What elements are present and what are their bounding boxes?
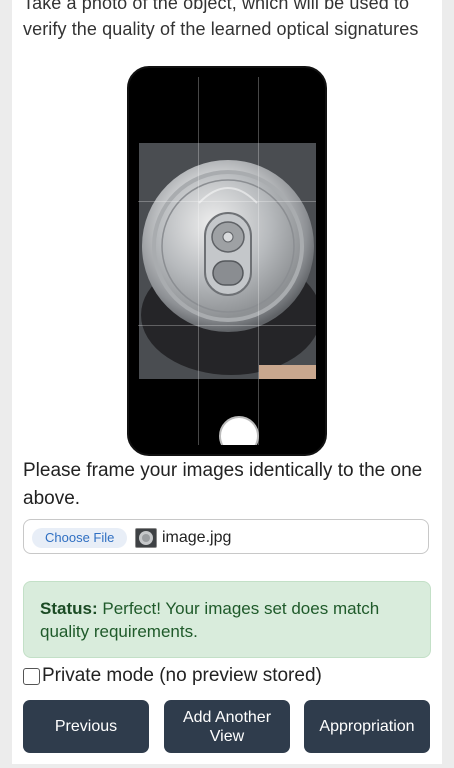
grid-line: [198, 77, 199, 445]
private-mode-checkbox[interactable]: [23, 667, 40, 685]
phone-frame: [127, 66, 327, 456]
file-thumbnail: [135, 528, 157, 548]
status-panel: Status: Perfect! Your images set does ma…: [23, 581, 431, 658]
intro-text: Take a photo of the object, which will b…: [23, 0, 419, 39]
file-input[interactable]: Choose File image.jpg: [23, 519, 429, 554]
shutter-button[interactable]: [219, 416, 259, 445]
private-mode-label: Private mode (no preview stored): [42, 665, 322, 686]
add-another-view-button[interactable]: Add Another View: [164, 700, 290, 753]
grid-line: [138, 325, 316, 326]
frame-instruction: Please frame your images identically to …: [23, 460, 423, 509]
grid-line: [258, 77, 259, 445]
camera-viewfinder: [138, 77, 316, 445]
status-label: Status:: [40, 599, 98, 618]
appropriation-button[interactable]: Appropriation: [304, 700, 430, 753]
file-name: image.jpg: [162, 529, 232, 546]
private-mode-toggle[interactable]: Private mode (no preview stored): [23, 664, 322, 688]
captured-image-preview: [139, 143, 316, 379]
grid-line: [138, 201, 316, 202]
previous-button[interactable]: Previous: [23, 700, 149, 753]
choose-file-button[interactable]: Choose File: [32, 528, 128, 548]
